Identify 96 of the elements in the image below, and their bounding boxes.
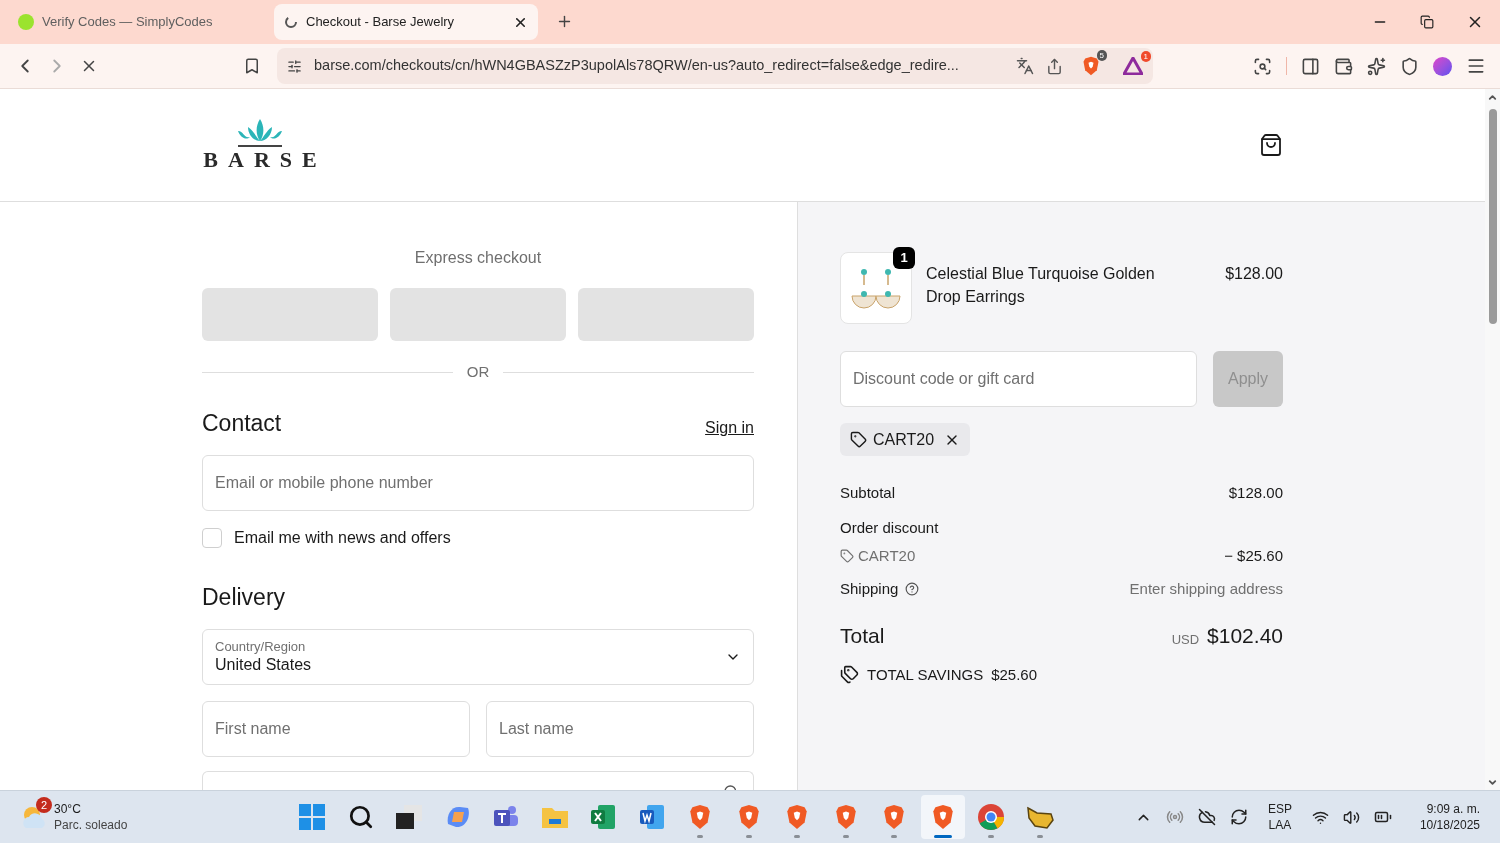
input-field[interactable]: Last name xyxy=(486,700,754,757)
reader-view-icon[interactable] xyxy=(1253,56,1272,76)
scroll-up-icon[interactable] xyxy=(1487,92,1498,103)
bookmark-icon[interactable] xyxy=(243,57,261,75)
field-label: Country/Region xyxy=(215,638,307,655)
divider-label: OR xyxy=(466,362,490,382)
tag-icon xyxy=(840,549,854,564)
product-name: Celestial Blue Turquoise Golden Drop Earrings xyxy=(926,264,1156,307)
field-value: United States xyxy=(215,654,313,675)
cloud-icon[interactable] xyxy=(1197,808,1216,826)
lion-shield-icon xyxy=(687,804,713,830)
savings-amount: $25.60 xyxy=(991,664,1038,685)
favicon-icon xyxy=(18,14,34,30)
sign-in-link[interactable]: Sign in xyxy=(705,416,754,440)
broadcast-icon[interactable] xyxy=(1165,808,1184,826)
help-icon[interactable] xyxy=(905,581,920,596)
time: 9:09 a. m. xyxy=(1426,801,1480,817)
site-settings-icon[interactable] xyxy=(287,58,302,74)
restore-icon[interactable] xyxy=(1420,15,1434,29)
sync-icon[interactable] xyxy=(1229,808,1248,826)
running-indicator xyxy=(1036,835,1043,838)
url-text: barse.com/checkouts/cn/hWN4GBASZzP3upolAls78QRW/en-us?auto_redirect=false&edge_redire... xyxy=(314,56,959,76)
lion-shield-icon xyxy=(881,804,907,830)
line-label: Shipping xyxy=(840,578,899,599)
discount-code: CART20 xyxy=(873,429,935,450)
scrollbar-thumb[interactable] xyxy=(1488,109,1497,324)
running-indicator xyxy=(842,835,849,838)
volume-icon[interactable] xyxy=(1342,808,1360,826)
running-indicator xyxy=(988,835,994,838)
lion-shield-icon xyxy=(1081,56,1101,76)
cart-icon[interactable] xyxy=(1259,133,1283,157)
notification-badge: 2 xyxy=(36,797,52,813)
wallet-icon[interactable] xyxy=(1334,56,1353,76)
discount-field[interactable]: Discount code or gift card xyxy=(840,351,1197,407)
shield-icon[interactable] xyxy=(1400,56,1419,76)
line-value: $128.00 xyxy=(1228,483,1283,503)
product-price: $128.00 xyxy=(1225,264,1283,284)
scroll-down-icon[interactable] xyxy=(1487,777,1498,788)
lion-shield-icon xyxy=(784,804,810,830)
line-label: Order discount xyxy=(840,517,940,538)
chrome-logo-icon xyxy=(977,803,1005,831)
running-indicator xyxy=(745,835,752,838)
checkbox-label: Email me with news and offers xyxy=(234,528,451,548)
sidebar-icon[interactable] xyxy=(1301,56,1320,76)
temperature: 30°C xyxy=(54,801,82,817)
section-heading: Delivery xyxy=(202,583,287,612)
profile-avatar[interactable] xyxy=(1433,56,1452,76)
tab-title: Verify Codes — SimplyCodes xyxy=(42,13,214,32)
sparkle-icon[interactable] xyxy=(1367,56,1386,76)
language-code: ESP xyxy=(1267,801,1292,817)
clock[interactable]: 9:09 a. m. 10/18/2025 xyxy=(1419,801,1480,833)
country-select[interactable]: Country/Region United States xyxy=(202,628,754,685)
earrings-drawing xyxy=(848,266,904,310)
running-indicator xyxy=(697,835,703,838)
shields-count-badge: 5 xyxy=(1096,50,1107,61)
line-value: − $25.60 xyxy=(1224,546,1283,566)
tab-title: Checkout - Barse Jewelry xyxy=(306,13,456,32)
checkbox[interactable] xyxy=(202,528,222,548)
input-field[interactable]: Email or mobile phone number xyxy=(202,455,754,511)
translate-icon[interactable] xyxy=(1016,57,1034,75)
discount-code: CART20 xyxy=(858,546,916,566)
input-field[interactable]: First name xyxy=(202,700,470,757)
quantity-badge: 1 xyxy=(893,247,915,269)
browser-tab[interactable]: Verify Codes — SimplyCodes xyxy=(8,4,272,40)
line-value: Enter shipping address xyxy=(1129,578,1283,599)
keyboard-layout: LAA xyxy=(1268,817,1292,833)
running-indicator xyxy=(891,835,897,838)
rewards-count-badge: 1 xyxy=(1140,51,1151,62)
savings-label: TOTAL SAVINGS xyxy=(867,664,984,685)
currency-code: USD xyxy=(1171,631,1200,649)
line-label: Subtotal xyxy=(840,483,896,503)
section-heading: Contact xyxy=(202,408,282,438)
windows-logo-icon xyxy=(299,804,325,830)
browser-tab[interactable]: Checkout - Barse Jewelry xyxy=(274,4,538,40)
address-bar[interactable]: barse.com/checkouts/cn/hWN4GBASZzP3upolAls78QRW/en-us?auto_redirect=false&edge_redire... 5 1 xyxy=(277,48,1153,84)
total-amount: $102.40 xyxy=(1207,623,1283,649)
triangle-icon[interactable] xyxy=(1123,57,1143,75)
task-view-icon xyxy=(396,805,422,829)
total-label: Total xyxy=(840,623,885,649)
language-indicator[interactable]: ESP LAA xyxy=(1261,801,1298,833)
tag-icon xyxy=(850,431,867,448)
spreadsheet-logo-icon xyxy=(590,804,616,830)
folder-icon xyxy=(540,805,569,829)
menu-icon[interactable] xyxy=(1466,56,1486,76)
active-indicator xyxy=(933,835,952,838)
running-indicator xyxy=(794,835,800,838)
spinner-icon xyxy=(284,15,298,29)
search-icon xyxy=(347,804,374,830)
new-tab-icon[interactable] xyxy=(556,13,573,30)
scrollbar[interactable] xyxy=(1485,89,1500,790)
share-icon[interactable] xyxy=(1046,57,1063,75)
tags-icon xyxy=(840,665,859,685)
weather-condition: Parc. soleado xyxy=(54,817,128,833)
document-logo-icon xyxy=(638,804,665,830)
section-label: Express checkout xyxy=(413,248,543,268)
date: 10/18/2025 xyxy=(1419,817,1480,833)
